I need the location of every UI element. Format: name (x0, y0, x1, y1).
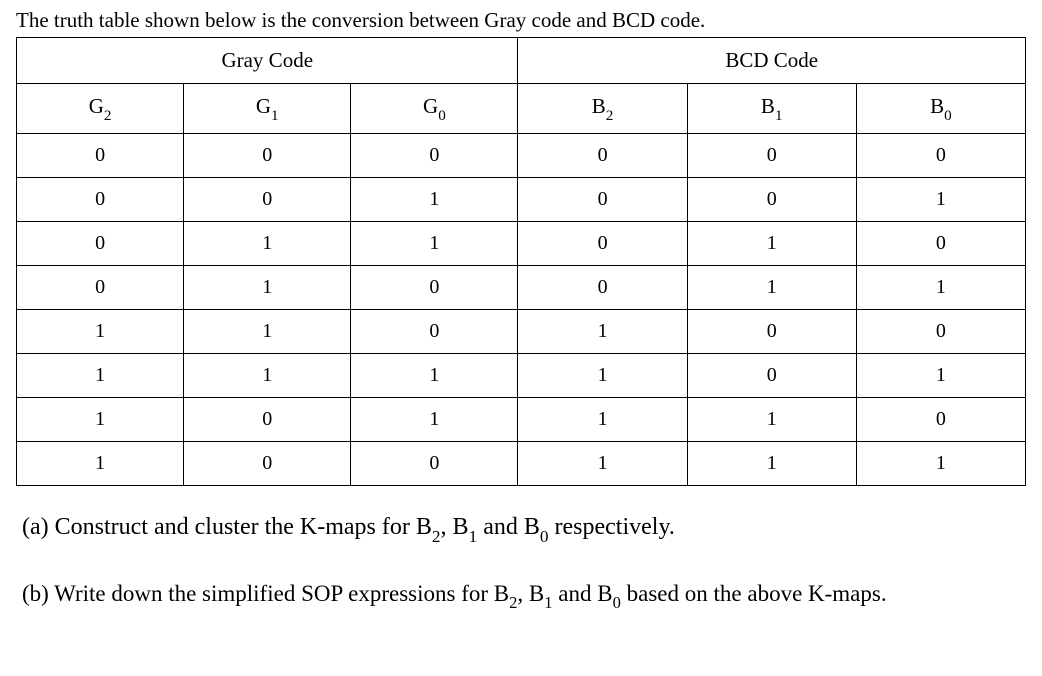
cell: 1 (351, 398, 518, 442)
cell: 0 (184, 178, 351, 222)
cell: 1 (856, 266, 1025, 310)
table-row: 1 1 0 1 0 0 (17, 310, 1026, 354)
cell: 0 (518, 266, 687, 310)
cell: 1 (351, 222, 518, 266)
gray-code-header: Gray Code (17, 38, 518, 84)
table-row: 0 0 0 0 0 0 (17, 134, 1026, 178)
cell: 0 (351, 442, 518, 486)
cell: 0 (687, 354, 856, 398)
cell: 1 (351, 178, 518, 222)
cell: 0 (184, 134, 351, 178)
cell: 1 (687, 222, 856, 266)
cell: 0 (856, 310, 1025, 354)
cell: 1 (856, 442, 1025, 486)
question-b: (b) Write down the simplified SOP expres… (22, 581, 1026, 612)
cell: 1 (518, 442, 687, 486)
col-b1: B1 (687, 84, 856, 134)
cell: 1 (17, 354, 184, 398)
cell: 1 (184, 222, 351, 266)
table-row: 0 1 0 0 1 1 (17, 266, 1026, 310)
cell: 1 (518, 310, 687, 354)
cell: 1 (184, 266, 351, 310)
cell: 0 (351, 134, 518, 178)
cell: 1 (518, 398, 687, 442)
cell: 1 (856, 354, 1025, 398)
cell: 0 (184, 442, 351, 486)
cell: 0 (351, 310, 518, 354)
cell: 1 (17, 310, 184, 354)
col-b2: B2 (518, 84, 687, 134)
cell: 0 (351, 266, 518, 310)
cell: 0 (17, 222, 184, 266)
cell: 1 (518, 354, 687, 398)
table-row: 1 0 1 1 1 0 (17, 398, 1026, 442)
cell: 0 (687, 310, 856, 354)
col-b0: B0 (856, 84, 1025, 134)
cell: 0 (856, 222, 1025, 266)
cell: 1 (687, 442, 856, 486)
table-row: 1 1 1 1 0 1 (17, 354, 1026, 398)
cell: 0 (518, 178, 687, 222)
question-a: (a) Construct and cluster the K-maps for… (22, 514, 1026, 545)
col-g2: G2 (17, 84, 184, 134)
intro-text: The truth table shown below is the conve… (16, 8, 1026, 33)
cell: 0 (184, 398, 351, 442)
cell: 0 (856, 398, 1025, 442)
col-g1: G1 (184, 84, 351, 134)
cell: 1 (184, 354, 351, 398)
cell: 1 (17, 442, 184, 486)
cell: 1 (687, 266, 856, 310)
table-row: 1 0 0 1 1 1 (17, 442, 1026, 486)
cell: 0 (518, 134, 687, 178)
cell: 1 (856, 178, 1025, 222)
cell: 0 (17, 178, 184, 222)
cell: 0 (17, 134, 184, 178)
cell: 1 (17, 398, 184, 442)
table-section-header: Gray Code BCD Code (17, 38, 1026, 84)
cell: 0 (687, 178, 856, 222)
cell: 0 (687, 134, 856, 178)
bcd-code-header: BCD Code (518, 38, 1026, 84)
cell: 1 (184, 310, 351, 354)
cell: 0 (518, 222, 687, 266)
table-column-header: G2 G1 G0 B2 B1 B0 (17, 84, 1026, 134)
cell: 0 (856, 134, 1025, 178)
table-row: 0 1 1 0 1 0 (17, 222, 1026, 266)
cell: 1 (687, 398, 856, 442)
cell: 0 (17, 266, 184, 310)
col-g0: G0 (351, 84, 518, 134)
cell: 1 (351, 354, 518, 398)
table-row: 0 0 1 0 0 1 (17, 178, 1026, 222)
truth-table: Gray Code BCD Code G2 G1 G0 B2 B1 B0 0 0… (16, 37, 1026, 486)
